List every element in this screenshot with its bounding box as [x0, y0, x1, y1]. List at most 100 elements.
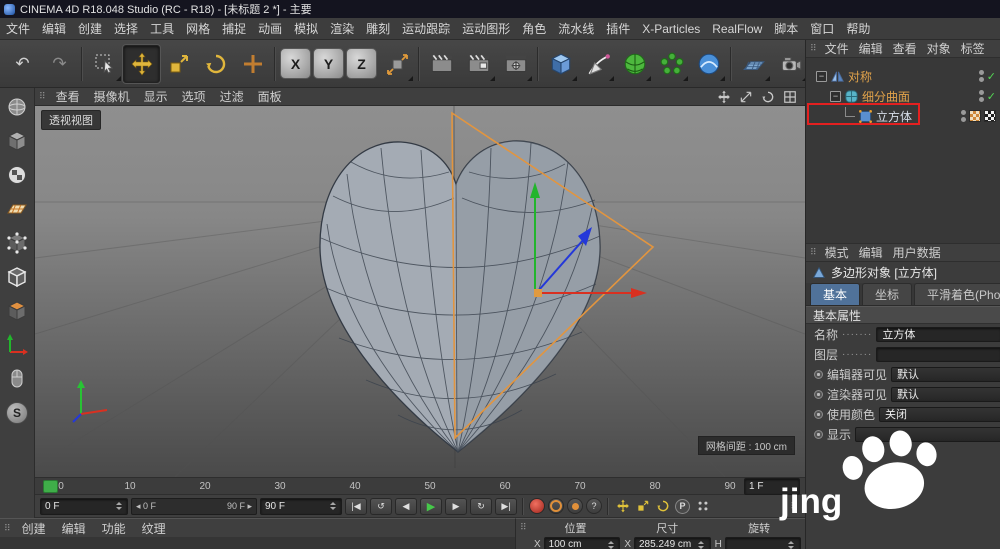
- tab-basic[interactable]: 基本: [810, 283, 860, 305]
- material-menu-function[interactable]: 功能: [94, 520, 134, 537]
- view-label[interactable]: 透视视图: [41, 110, 101, 130]
- panel-grip-icon[interactable]: ⠿: [806, 43, 820, 54]
- add-cube-button[interactable]: [542, 45, 579, 83]
- rotate-view-icon[interactable]: [761, 90, 775, 104]
- collapse-toggle-icon[interactable]: −: [830, 91, 841, 102]
- visibility-dots-icon[interactable]: [979, 70, 984, 82]
- menu-snap[interactable]: 捕捉: [216, 20, 252, 37]
- collapse-toggle-icon[interactable]: −: [816, 71, 827, 82]
- object-label[interactable]: 对称: [848, 68, 872, 85]
- previous-frame-button[interactable]: ◀: [395, 498, 417, 515]
- points-mode-button[interactable]: [3, 229, 31, 257]
- menu-pipeline[interactable]: 流水线: [552, 20, 600, 37]
- y-axis-lock-button[interactable]: Y: [313, 48, 344, 79]
- rotation-key-toggle[interactable]: [654, 498, 671, 515]
- material-menu-create[interactable]: 创建: [14, 520, 54, 537]
- enable-axis-button[interactable]: [3, 331, 31, 359]
- loop-button[interactable]: ↻: [470, 498, 492, 515]
- keyframe-radio-icon[interactable]: [814, 390, 823, 399]
- make-editable-button[interactable]: [3, 93, 31, 121]
- menu-edit[interactable]: 编辑: [36, 20, 72, 37]
- menu-select[interactable]: 选择: [108, 20, 144, 37]
- current-frame-field[interactable]: 0 F: [40, 498, 128, 515]
- toggle-views-icon[interactable]: [783, 90, 797, 104]
- tab-coordinates[interactable]: 坐标: [862, 283, 912, 305]
- panel-grip-icon[interactable]: ⠿: [0, 523, 14, 534]
- om-menu-view[interactable]: 查看: [888, 40, 922, 57]
- keyframe-radio-icon[interactable]: [814, 370, 823, 379]
- panel-grip-icon[interactable]: ⠿: [516, 522, 530, 533]
- play-reverse-button[interactable]: ↺: [370, 498, 392, 515]
- position-key-toggle[interactable]: [614, 498, 631, 515]
- am-menu-userdata[interactable]: 用户数据: [888, 244, 946, 261]
- render-settings-button[interactable]: [497, 45, 534, 83]
- snap-toggle-button[interactable]: S: [3, 399, 31, 427]
- enabled-check-icon[interactable]: ✓: [987, 70, 996, 83]
- object-label[interactable]: 细分曲面: [862, 88, 910, 105]
- use-color-dropdown[interactable]: 关闭: [879, 407, 1000, 422]
- polygons-mode-button[interactable]: [3, 297, 31, 325]
- object-row-symmetry[interactable]: − 对称 ✓: [806, 66, 1000, 86]
- environment-floor-button[interactable]: [735, 45, 772, 83]
- material-list-area[interactable]: [0, 537, 515, 549]
- am-menu-edit[interactable]: 编辑: [854, 244, 888, 261]
- menu-mesh[interactable]: 网格: [180, 20, 216, 37]
- play-button[interactable]: ▶: [420, 498, 442, 515]
- add-spline-pen-button[interactable]: [579, 45, 616, 83]
- material-menu-texture[interactable]: 纹理: [134, 520, 174, 537]
- menu-animate[interactable]: 动画: [252, 20, 288, 37]
- move-tool-button[interactable]: [123, 45, 160, 83]
- menu-xparticles[interactable]: X-Particles: [636, 22, 706, 36]
- viewport-menu-options[interactable]: 选项: [175, 88, 213, 105]
- x-axis-lock-button[interactable]: X: [280, 48, 311, 79]
- panel-grip-icon[interactable]: ⠿: [806, 247, 820, 258]
- modeling-generators-button[interactable]: [653, 45, 690, 83]
- texture-tag-icon[interactable]: [969, 110, 981, 122]
- viewport-menu-display[interactable]: 显示: [137, 88, 175, 105]
- viewport-menu-view[interactable]: 查看: [49, 88, 87, 105]
- object-row-subdivision-surface[interactable]: − 细分曲面 ✓: [806, 86, 1000, 106]
- add-subdivision-surface-button[interactable]: [616, 45, 653, 83]
- menu-window[interactable]: 窗口: [804, 20, 840, 37]
- tab-phong[interactable]: 平滑着色(Phong): [914, 283, 1000, 305]
- name-field[interactable]: 立方体: [876, 327, 1000, 342]
- render-visibility-dropdown[interactable]: 默认: [891, 387, 1000, 402]
- menu-plugins[interactable]: 插件: [600, 20, 636, 37]
- redo-button[interactable]: ↷: [41, 45, 78, 83]
- keyframe-radio-icon[interactable]: [814, 430, 823, 439]
- menu-create[interactable]: 创建: [72, 20, 108, 37]
- edges-mode-button[interactable]: [3, 263, 31, 291]
- texture-tag-icon[interactable]: [984, 110, 996, 122]
- live-selection-button[interactable]: [86, 45, 123, 83]
- panel-grip-icon[interactable]: ⠿: [786, 501, 800, 512]
- viewport-menu-filter[interactable]: 过滤: [213, 88, 251, 105]
- visibility-dots-icon[interactable]: [961, 110, 966, 122]
- basic-properties-header[interactable]: 基本属性: [806, 306, 1000, 324]
- model-mode-button[interactable]: [3, 127, 31, 155]
- autokey-button[interactable]: [548, 498, 564, 514]
- viewport-menu-panel[interactable]: 面板: [251, 88, 289, 105]
- rotation-h-field[interactable]: [725, 537, 801, 549]
- deformers-button[interactable]: [690, 45, 727, 83]
- scale-key-toggle[interactable]: [634, 498, 651, 515]
- layer-field[interactable]: [876, 347, 1000, 362]
- menu-tools[interactable]: 工具: [144, 20, 180, 37]
- viewport-canvas[interactable]: 透视视图 网格间距 : 100 cm: [35, 106, 805, 477]
- rotate-tool-button[interactable]: [197, 45, 234, 83]
- object-row-cube[interactable]: 立方体: [806, 106, 1000, 126]
- heart-mesh-object[interactable]: [320, 141, 600, 452]
- viewport-menu-camera[interactable]: 摄像机: [87, 88, 137, 105]
- goto-end-button[interactable]: ▶|: [495, 498, 517, 515]
- menu-render[interactable]: 渲染: [324, 20, 360, 37]
- goto-start-button[interactable]: |◀: [345, 498, 367, 515]
- texture-mode-button[interactable]: [3, 161, 31, 189]
- undo-button[interactable]: ↶: [4, 45, 41, 83]
- render-to-picture-viewer-button[interactable]: [460, 45, 497, 83]
- coordinate-system-button[interactable]: [378, 45, 415, 83]
- zoom-view-icon[interactable]: [739, 90, 753, 104]
- am-menu-mode[interactable]: 模式: [820, 244, 854, 261]
- keyframe-selection-button[interactable]: [567, 498, 583, 514]
- pan-view-icon[interactable]: [717, 90, 731, 104]
- frame-step-field[interactable]: 1 F: [744, 478, 800, 495]
- last-used-tool-button[interactable]: [234, 45, 271, 83]
